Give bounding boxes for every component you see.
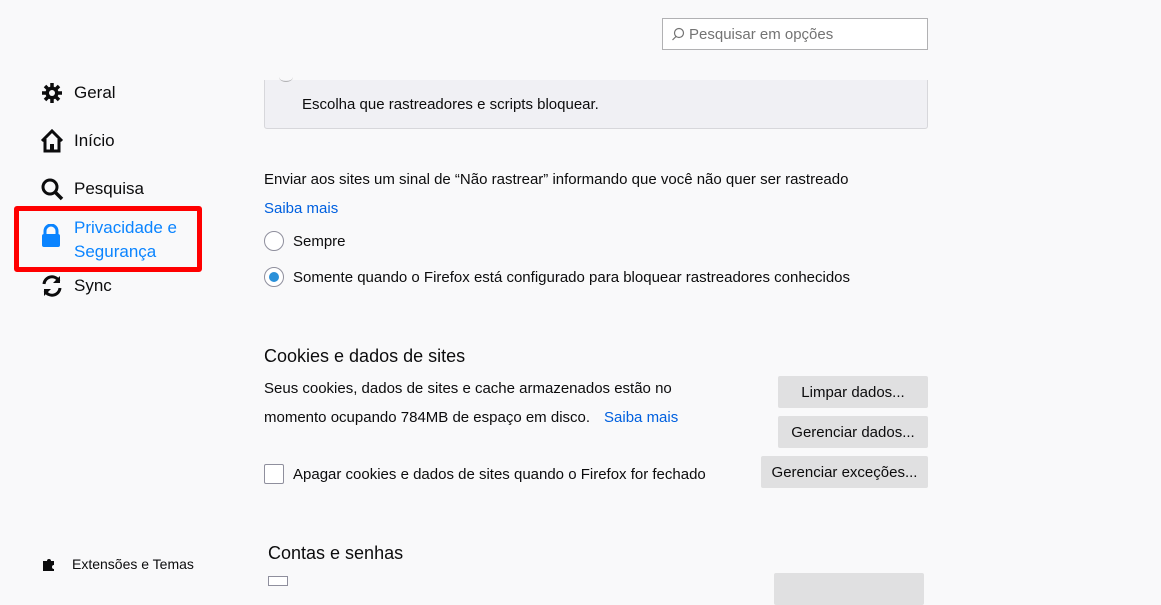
dnt-learn-more-link[interactable]: Saiba mais <box>264 200 338 217</box>
home-icon <box>40 129 64 153</box>
custom-tracking-panel: Escolha que rastreadores e scripts bloqu… <box>264 80 928 129</box>
accounts-heading: Contas e senhas <box>268 543 404 563</box>
radio-button[interactable] <box>264 231 284 251</box>
sidebar-item-label: Início <box>74 131 115 150</box>
cookies-heading: Cookies e dados de sites <box>264 346 466 366</box>
radio-button[interactable] <box>264 267 284 287</box>
search-input[interactable]: Pesquisar em opções <box>662 18 928 50</box>
sidebar-item-pesquisa[interactable]: Pesquisa <box>40 177 144 201</box>
gear-icon <box>40 81 64 105</box>
clear-data-button[interactable]: Limpar dados... <box>778 376 928 408</box>
puzzle-icon <box>40 552 58 576</box>
dnt-only-when-radio[interactable]: Somente quando o Firefox está configurad… <box>264 267 850 287</box>
sidebar-item-sync[interactable]: Sync <box>40 274 112 298</box>
manage-exceptions-button[interactable]: Gerenciar exceções... <box>761 456 928 488</box>
search-icon <box>672 27 685 41</box>
checkbox[interactable] <box>264 464 284 484</box>
radio-partial[interactable] <box>279 72 293 82</box>
search-icon <box>40 177 64 201</box>
cookies-desc: momento ocupando 784MB de espaço em disc… <box>264 409 591 426</box>
delete-on-close-checkbox[interactable]: Apagar cookies e dados de sites quando o… <box>264 464 706 484</box>
cookies-desc: Seus cookies, dados de sites e cache arm… <box>264 380 672 397</box>
sidebar-item-label: Sync <box>74 276 112 295</box>
manage-data-button[interactable]: Gerenciar dados... <box>778 416 928 448</box>
sidebar-extensions-link[interactable]: Extensões e Temas <box>40 552 194 576</box>
sync-icon <box>40 274 64 298</box>
custom-tracking-desc: Escolha que rastreadores e scripts bloqu… <box>302 96 599 113</box>
dnt-always-radio[interactable]: Sempre <box>264 231 346 251</box>
checkbox-label: Apagar cookies e dados de sites quando o… <box>293 465 706 483</box>
dnt-description: Enviar aos sites um sinal de “Não rastre… <box>264 171 849 188</box>
sidebar-item-privacidade[interactable]: Privacidade e Segurança <box>40 216 177 264</box>
sidebar-item-label: Geral <box>74 83 116 102</box>
sidebar-item-label: Pesquisa <box>74 179 144 198</box>
sidebar-item-inicio[interactable]: Início <box>40 129 115 153</box>
sidebar-item-geral[interactable]: Geral <box>40 81 116 105</box>
sidebar-item-label: Extensões e Temas <box>72 556 194 572</box>
radio-label: Somente quando o Firefox está configurad… <box>293 268 851 286</box>
cookies-learn-more-link[interactable]: Saiba mais <box>604 409 678 426</box>
lock-icon <box>40 216 64 264</box>
search-placeholder: Pesquisar em opções <box>689 25 834 43</box>
checkbox[interactable] <box>268 576 288 586</box>
accounts-button[interactable] <box>774 573 924 605</box>
radio-label: Sempre <box>293 232 346 250</box>
sidebar-item-label: Privacidade e Segurança <box>74 218 178 261</box>
